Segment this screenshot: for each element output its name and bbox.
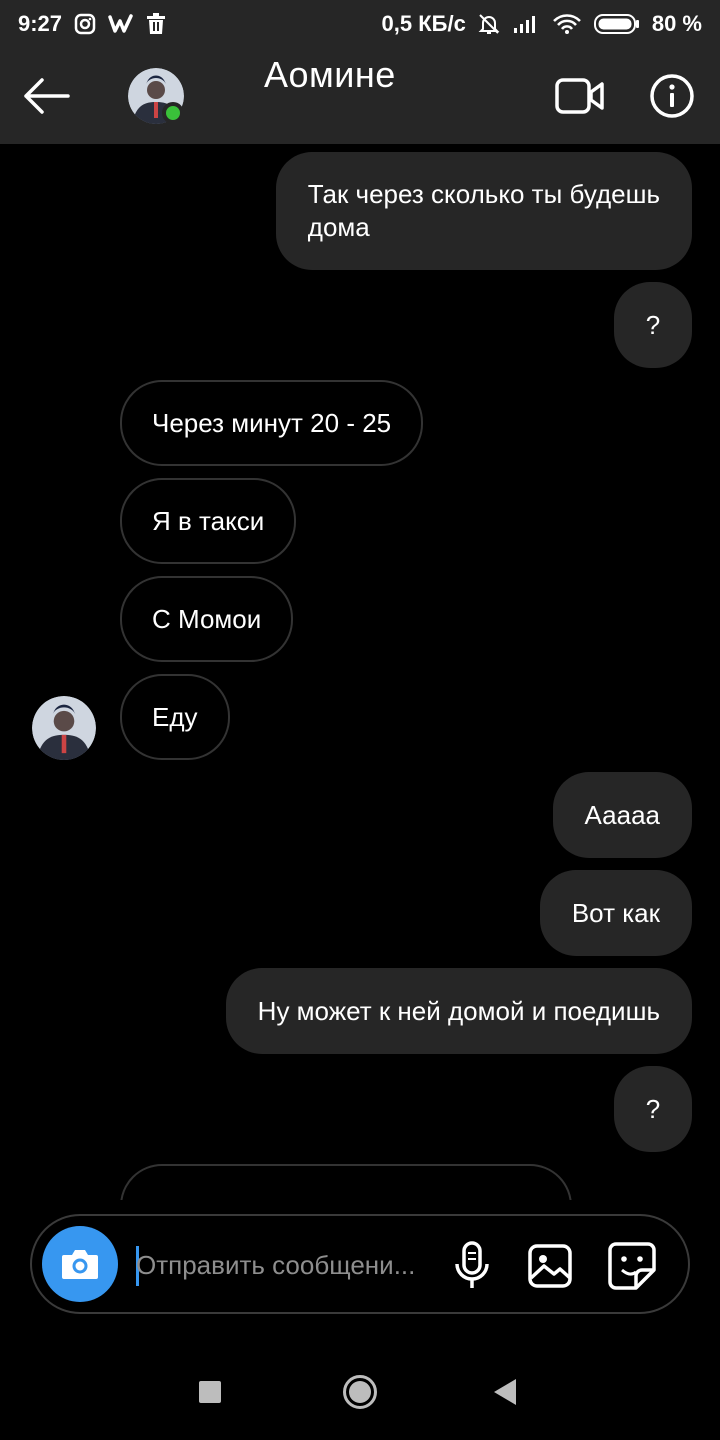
message-text: Еду [152, 701, 198, 732]
message-text: Через минут 20 - 25 [152, 407, 392, 438]
wifi-icon [552, 13, 582, 35]
message-text: ? [645, 309, 661, 340]
contact-name[interactable]: Аомине [264, 54, 396, 96]
message-bubble-outgoing[interactable]: Так через сколько ты будешь дома [275, 152, 692, 270]
message-text: Вот как [571, 897, 660, 928]
info-icon [650, 74, 694, 118]
battery-percent: 80 % [651, 11, 702, 36]
message-text: Ааааа [584, 799, 660, 830]
camera-button[interactable] [42, 1226, 118, 1302]
back-triangle-icon[interactable] [492, 1377, 518, 1407]
message-list[interactable]: Так через сколько ты будешь дома ? Через… [0, 144, 720, 1200]
contact-avatar[interactable] [128, 68, 184, 124]
battery-icon [593, 13, 640, 35]
message-bubble-incoming[interactable]: Я в такси [120, 478, 297, 564]
message-text: Так через сколько ты будешь [307, 179, 660, 209]
sticker-icon [608, 1242, 656, 1290]
message-bubble-incoming[interactable]: Еду [120, 674, 230, 760]
system-nav-bar [0, 1344, 720, 1440]
mute-bell-icon [478, 13, 500, 35]
status-time: 9:27 [18, 11, 63, 36]
message-text: Я в такси [152, 505, 265, 536]
back-arrow-icon [24, 78, 70, 114]
video-call-button[interactable] [554, 76, 606, 116]
online-status-dot [162, 102, 184, 124]
home-circle-icon[interactable] [342, 1374, 378, 1410]
message-input[interactable] [136, 1242, 432, 1288]
status-bar: 9:27 0,5 КБ/с 80 % [0, 0, 720, 48]
chat-header: Аомине [0, 48, 720, 144]
back-button[interactable] [20, 74, 76, 118]
sender-avatar[interactable] [32, 696, 96, 760]
message-text: Ну может к ней домой и поедишь [257, 995, 660, 1026]
message-text: дома [307, 212, 370, 242]
info-button[interactable] [648, 72, 696, 120]
sticker-button[interactable] [606, 1240, 658, 1292]
instagram-icon [74, 13, 96, 35]
message-composer [30, 1214, 690, 1314]
message-bubble-incoming[interactable]: С Момои [120, 576, 294, 662]
video-camera-icon [555, 78, 604, 114]
gallery-icon [528, 1244, 572, 1288]
gallery-button[interactable] [526, 1242, 574, 1290]
recents-square-icon[interactable] [199, 1381, 221, 1403]
message-bubble-outgoing[interactable]: Вот как [539, 870, 692, 956]
message-bubble-outgoing[interactable]: ? [614, 282, 692, 368]
voice-message-button[interactable] [452, 1240, 492, 1292]
trash-icon [146, 13, 166, 35]
microphone-icon [455, 1241, 489, 1288]
w-app-icon [108, 13, 134, 35]
message-text: С Момои [152, 603, 262, 634]
message-bubble-incoming-partial[interactable] [120, 1164, 572, 1200]
network-speed: 0,5 КБ/с [381, 11, 466, 36]
message-text: ? [645, 1093, 661, 1124]
message-bubble-outgoing[interactable]: Ну может к ней домой и поедишь [225, 968, 692, 1054]
message-bubble-outgoing[interactable]: ? [614, 1066, 692, 1152]
message-bubble-incoming[interactable]: Через минут 20 - 25 [120, 380, 424, 466]
message-bubble-outgoing[interactable]: Ааааа [552, 772, 692, 858]
camera-icon [62, 1250, 98, 1279]
signal-icon [512, 13, 540, 35]
